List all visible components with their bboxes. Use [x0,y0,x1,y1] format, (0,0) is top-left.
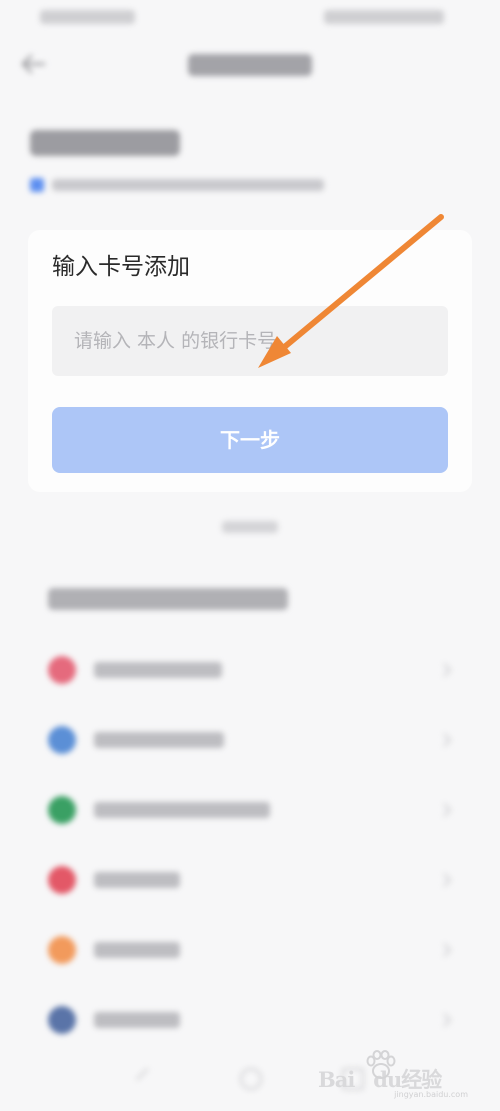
bank-logo-icon [48,796,76,824]
chevron-right-icon [443,803,452,817]
bank-list-item[interactable] [0,914,500,984]
chevron-right-icon [443,733,452,747]
bank-name [94,662,222,678]
notice [30,175,330,195]
divider-text [222,521,278,533]
status-bar-right [324,10,444,24]
chevron-right-icon [443,943,452,957]
bank-list-item[interactable] [0,774,500,844]
bank-logo-icon [48,1006,76,1034]
chevron-right-icon [443,1013,452,1027]
bank-list-item[interactable] [0,844,500,914]
card-number-input[interactable] [52,306,448,376]
status-bar [0,0,500,34]
bank-logo-icon [48,936,76,964]
nav-home-icon[interactable] [240,1068,262,1090]
bank-list-item[interactable] [0,704,500,774]
status-bar-left [40,10,135,24]
bank-logo-icon [48,656,76,684]
next-step-button[interactable]: 下一步 [52,407,448,473]
page-title [30,130,180,156]
nav-back-icon[interactable] [136,1068,158,1090]
bank-logo-icon [48,726,76,754]
nav-title [188,54,312,76]
back-icon[interactable] [20,52,46,76]
chevron-right-icon [443,663,452,677]
bank-name [94,1012,180,1028]
nav-bar [0,34,500,96]
bank-list-item[interactable] [0,984,500,1054]
chevron-right-icon [443,873,452,887]
bank-logo-icon [48,866,76,894]
bank-section-title [48,588,288,610]
notice-text [52,179,324,191]
watermark-url: jingyan.baidu.com [394,1090,468,1099]
info-icon [30,178,44,192]
baidu-jingyan-watermark: Bai du经验 jingyan.baidu.com [318,1050,468,1099]
paw-icon [366,1050,396,1079]
bank-name [94,802,270,818]
bank-list-item[interactable] [0,634,500,704]
card-entry-title: 输入卡号添加 [52,254,190,280]
bank-name [94,942,180,958]
bank-name [94,732,224,748]
bank-name [94,872,180,888]
card-entry-panel: 输入卡号添加 下一步 [28,230,472,492]
